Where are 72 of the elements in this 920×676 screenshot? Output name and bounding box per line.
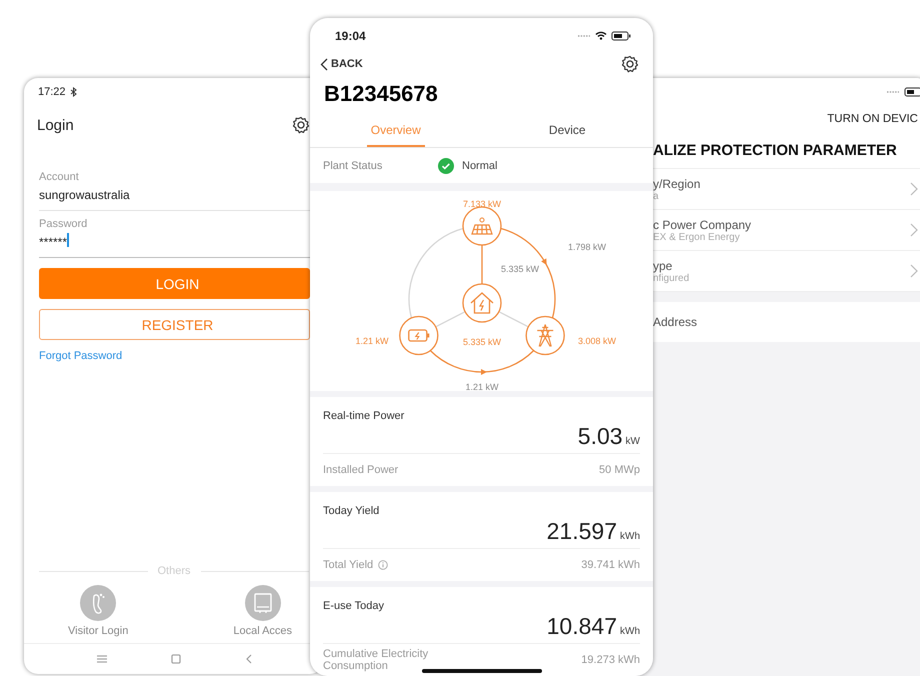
option-label[interactable]: Local Acces	[233, 625, 292, 637]
power-reading: 7.133 kW	[462, 199, 502, 209]
check-icon	[438, 158, 454, 174]
turn-on-device-button[interactable]: TURN ON DEVIC	[827, 113, 918, 125]
power-reading: 5.335 kW	[462, 337, 502, 347]
detail-label: Cumulative Electricity Consumption	[323, 648, 430, 672]
status-label: Plant Status	[323, 160, 384, 172]
signal-dots-icon	[886, 90, 900, 94]
screen-title: Login	[37, 116, 74, 134]
settings-icon[interactable]	[292, 116, 310, 134]
setting-value: EX & Ergon Energy	[653, 232, 741, 242]
setting-value: a	[653, 190, 660, 202]
power-reading: 5.335 kW	[501, 264, 540, 274]
setting-value: nfigured	[653, 272, 690, 284]
detail-value: 39.741 kWh	[581, 559, 640, 571]
input-field[interactable]: sungrowaustralia	[39, 184, 310, 211]
detail-value: 50 MWp	[599, 464, 640, 476]
metric-unit: kW	[626, 436, 640, 447]
setting-label: Address	[653, 315, 698, 329]
wifi-icon	[595, 31, 607, 40]
tab[interactable]: Device	[544, 114, 590, 148]
metric-value: 21.597	[546, 518, 617, 545]
status-time: 17:22	[38, 86, 66, 98]
chevron-right-icon[interactable]	[910, 223, 918, 237]
setting-label: ype	[653, 258, 672, 272]
login-button[interactable]: LOGIN	[39, 268, 310, 299]
battery-icon	[904, 87, 920, 97]
status-time: 19:04	[335, 28, 366, 43]
menu-icon[interactable]	[96, 654, 108, 664]
power-reading: 1.798 kW	[568, 242, 606, 252]
signal-dots-icon	[577, 34, 591, 38]
settings-icon[interactable]	[621, 55, 639, 74]
chevron-right-icon[interactable]	[910, 264, 918, 278]
metric-unit: kWh	[620, 531, 640, 542]
input-field[interactable]: ******	[39, 231, 310, 258]
option-label[interactable]: Visitor Login	[68, 625, 128, 637]
bluetooth-icon	[70, 87, 77, 97]
detail-value: 19.273 kWh	[581, 654, 640, 666]
info-icon	[378, 560, 388, 570]
power-reading: 3.008 kW	[578, 336, 616, 346]
chevron-right-icon[interactable]	[910, 182, 918, 196]
power-reading: 1.21 kW	[466, 382, 498, 391]
battery-icon	[611, 30, 631, 41]
field-label: Password	[39, 217, 88, 231]
plant-title: B12345678	[310, 74, 653, 114]
card-title: Today Yield	[323, 504, 380, 518]
setting-label: y/Region	[653, 176, 700, 190]
square-icon[interactable]	[171, 654, 182, 664]
back-icon[interactable]	[245, 654, 252, 664]
detail-label: Total Yield	[323, 559, 374, 571]
back-button[interactable]: BACK	[320, 58, 363, 71]
metric-value: 5.03	[578, 423, 623, 450]
chevron-left-icon	[320, 58, 328, 71]
device-icon[interactable]	[244, 585, 281, 621]
metric-value: 10.847	[546, 613, 617, 640]
flow-line	[481, 245, 483, 284]
home-indicator[interactable]	[422, 669, 542, 673]
forgot-password-link[interactable]: Forgot Password	[39, 350, 122, 362]
card-title: Real-time Power	[323, 409, 406, 423]
power-reading: 1.21 kW	[356, 336, 388, 346]
footprint-icon[interactable]	[80, 585, 116, 621]
pylon-icon	[526, 316, 565, 356]
detail-label: Installed Power	[323, 464, 398, 476]
battery-icon	[399, 316, 438, 356]
solar-panel-icon	[462, 206, 502, 246]
card-title: E-use Today	[323, 599, 385, 613]
setting-label: c Power Company	[653, 218, 752, 232]
register-button[interactable]: REGISTER	[39, 309, 310, 340]
metric-unit: kWh	[620, 626, 640, 637]
status-value: Normal	[462, 160, 498, 172]
field-label: Account	[39, 170, 80, 184]
house-icon	[462, 283, 502, 323]
